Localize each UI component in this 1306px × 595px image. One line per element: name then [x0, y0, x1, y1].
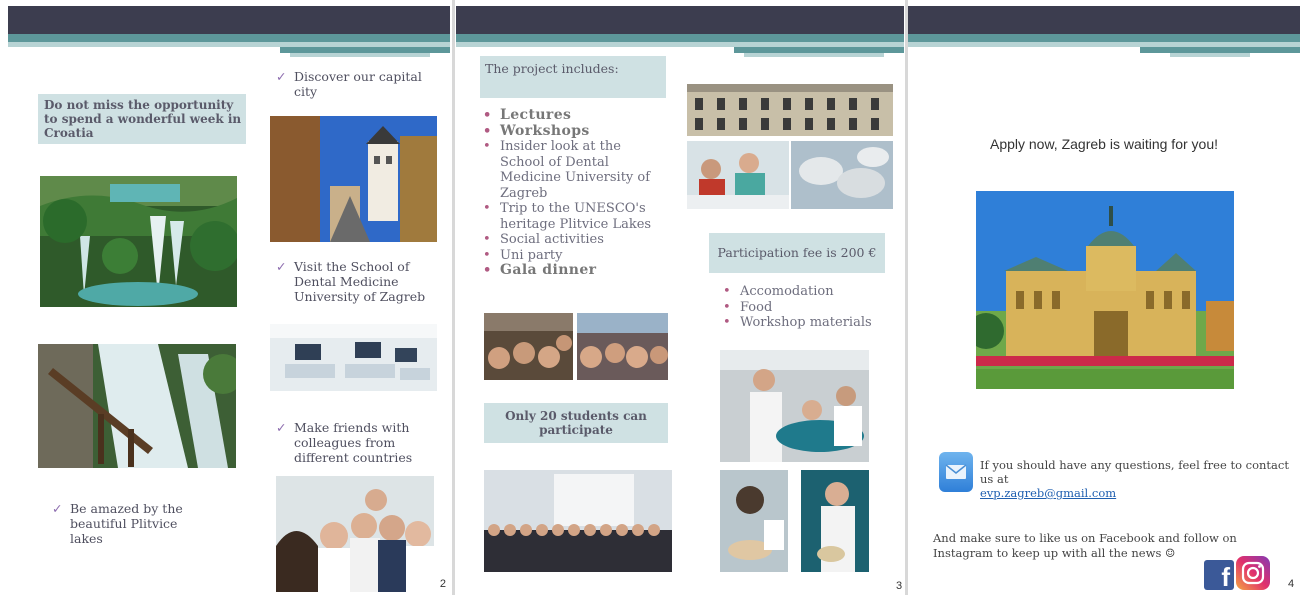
check-icon: ✓ [276, 420, 287, 435]
fee-list: Accomodation Food Workshop materials [720, 284, 890, 331]
header-band [908, 6, 1300, 34]
discover-item: ✓ Discover our capital city [276, 69, 436, 99]
model-carving-photo [801, 470, 869, 572]
project-item: Uni party [480, 248, 660, 264]
brochure-page-3: The project includes: Lectures Workshops… [456, 6, 904, 592]
visit-item: ✓ Visit the School of Dental Medicine Un… [276, 259, 436, 304]
friends-text: Make friends with colleagues from differ… [294, 420, 413, 465]
check-icon: ✓ [276, 259, 287, 274]
croatian-national-theatre-photo [976, 191, 1234, 389]
faculty-building-photo [687, 84, 893, 136]
brochure-page-4: Apply now, Zagreb is waiting for you! If… [908, 6, 1300, 592]
amazed-text: Be amazed by the beautiful Plitvice lake… [70, 501, 183, 546]
page-number: 3 [896, 580, 903, 592]
impression-work-photo [720, 470, 788, 572]
amazed-item: ✓ Be amazed by the beautiful Plitvice la… [52, 501, 212, 546]
dental-treatment-photo [720, 350, 869, 462]
dental-models-photo [791, 141, 893, 209]
waterfall-boardwalk-photo [38, 344, 236, 468]
project-item: Lectures [480, 107, 660, 124]
header-accent-light [1170, 53, 1250, 57]
lecture-group-photo [484, 470, 672, 572]
opportunity-box: Do not miss the opportunity to spend a w… [38, 94, 246, 144]
friends-item: ✓ Make friends with colleagues from diff… [276, 420, 446, 465]
project-title-box: The project includes: [480, 56, 666, 98]
contact-text: If you should have any questions, feel f… [980, 458, 1289, 486]
page-number: 2 [439, 578, 446, 590]
header-band [8, 6, 450, 34]
header-accent-light [290, 53, 430, 57]
fee-item: Accomodation [720, 284, 890, 300]
visit-text: Visit the School of Dental Medicine Univ… [294, 259, 426, 304]
project-item: Gala dinner [480, 262, 660, 279]
party-photo-2 [577, 313, 668, 380]
workshop-photo [687, 141, 789, 209]
contact-email-link[interactable]: evp.zagreb@gmail.com [980, 486, 1116, 500]
project-list: Lectures Workshops Insider look at the S… [480, 107, 660, 279]
party-photo-1 [484, 313, 573, 380]
dental-clinic-photo [270, 324, 437, 391]
brochure-page-2: Do not miss the opportunity to spend a w… [8, 6, 450, 592]
header-band-teal [456, 34, 904, 42]
header-accent-light [744, 53, 884, 57]
apply-heading: Apply now, Zagreb is waiting for you! [989, 136, 1218, 152]
zagreb-tower-photo [270, 116, 437, 242]
check-icon: ✓ [276, 69, 287, 84]
project-item: Trip to the UNESCO's heritage Plitvice L… [480, 201, 660, 232]
fee-item: Workshop materials [720, 315, 890, 331]
fee-item: Food [720, 300, 890, 316]
project-item: Social activities [480, 232, 660, 248]
mail-icon[interactable] [939, 452, 973, 492]
project-item: Workshops [480, 123, 660, 140]
header-band-teal [8, 34, 450, 42]
instagram-icon[interactable] [1236, 556, 1270, 590]
fee-box: Participation fee is 200 € [709, 233, 885, 273]
contact-block: If you should have any questions, feel f… [980, 458, 1292, 500]
discover-text: Discover our capital city [294, 69, 422, 99]
project-item: Insider look at the School of Dental Med… [480, 139, 660, 201]
page-number: 4 [1288, 578, 1295, 590]
header-band-teal [908, 34, 1300, 42]
header-band [456, 6, 904, 34]
students-selfie-photo [276, 476, 434, 592]
social-text: And make sure to like us on Facebook and… [933, 531, 1237, 560]
plitvice-waterfalls-photo [40, 176, 237, 307]
page-divider [452, 0, 455, 595]
check-icon: ✓ [52, 501, 63, 516]
only-students-box: Only 20 students can participate [484, 403, 668, 443]
facebook-icon[interactable]: f [1204, 560, 1234, 592]
